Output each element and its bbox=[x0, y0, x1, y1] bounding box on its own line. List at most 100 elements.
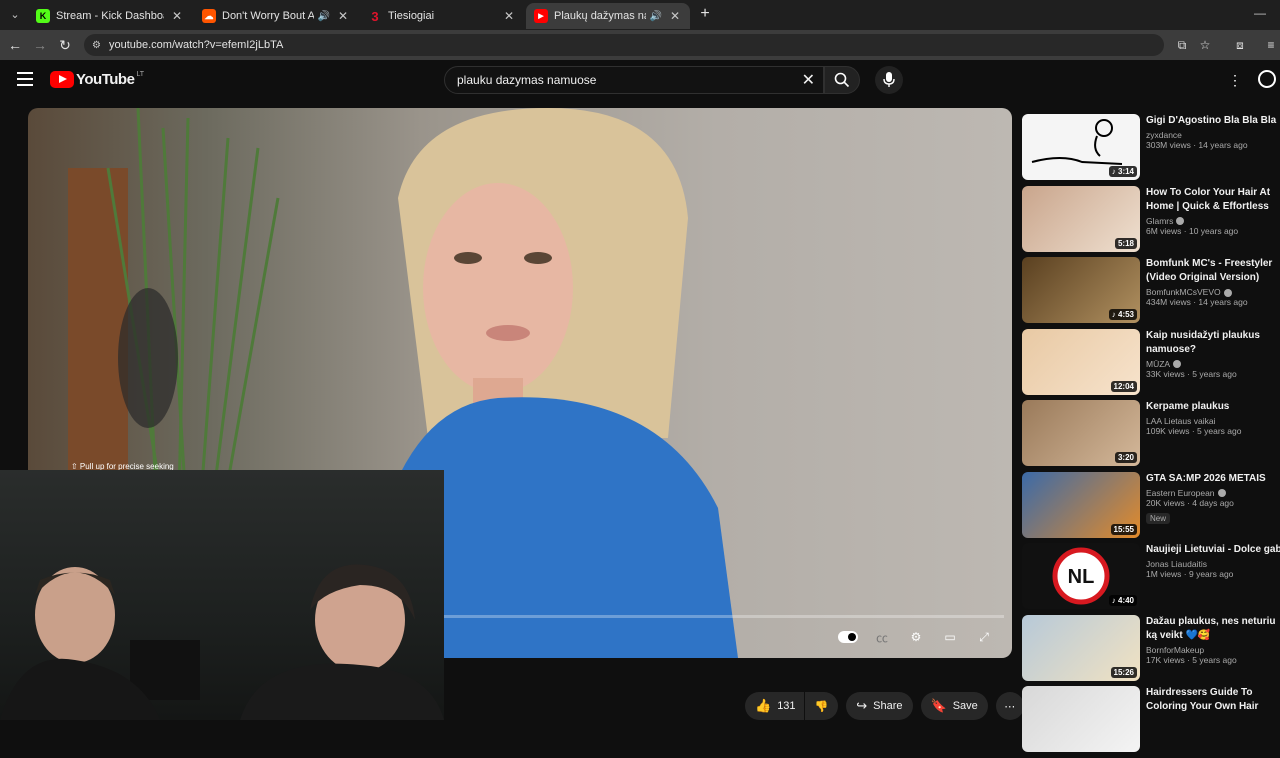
tab-youtube[interactable]: ▶ Plaukų dažymas namuose! 🔊 ✕ bbox=[526, 3, 690, 29]
video-stats: 6M views · 10 years ago bbox=[1146, 225, 1239, 236]
video-thumbnail[interactable]: 15:26 bbox=[1022, 614, 1140, 681]
theater-mode-icon[interactable]: ▭ bbox=[940, 628, 960, 646]
recommendation-item[interactable]: ♪ 3:14 Gigi D'Agostino Bla Bla Bla zyxdan… bbox=[1022, 114, 1280, 186]
site-info-icon[interactable]: ⚙ bbox=[92, 40, 101, 51]
recommendation-item[interactable]: 15:26 Dažau plaukus, nes neturiu ką veik… bbox=[1022, 614, 1280, 687]
more-options-icon[interactable]: ⋮ bbox=[1228, 72, 1242, 89]
forward-icon[interactable]: → bbox=[31, 36, 49, 54]
settings-gear-icon[interactable]: ⚙ bbox=[906, 628, 926, 646]
more-dots-icon: ⋯ bbox=[1004, 700, 1016, 713]
subtitles-icon[interactable]: ㏄ bbox=[872, 628, 892, 646]
tab-soundcloud[interactable]: ☁ Don't Worry Bout A Thing, ( 🔊 ✕ bbox=[194, 3, 358, 29]
video-title[interactable]: Dažau plaukus, nes neturiu ką veikt 💙🥰 bbox=[1146, 615, 1280, 643]
video-thumbnail[interactable]: 5:18 bbox=[1022, 185, 1140, 252]
like-button[interactable]: 👍 131 bbox=[745, 692, 804, 720]
video-title[interactable]: Kaip nusidažyti plaukus namuose? bbox=[1146, 329, 1280, 357]
video-title[interactable]: Kerpame plaukus bbox=[1146, 400, 1280, 414]
search-button[interactable] bbox=[824, 66, 860, 94]
video-thumbnail[interactable]: ♪ 3:14 bbox=[1022, 114, 1140, 180]
new-tab-button[interactable]: + bbox=[696, 5, 714, 23]
channel-name[interactable]: LAA Lietaus vaikai bbox=[1146, 416, 1280, 426]
dislike-button[interactable]: 👎 bbox=[804, 692, 839, 720]
video-stats: 109K views · 5 years ago bbox=[1146, 426, 1242, 436]
recommendation-item[interactable]: ♪ 4:53 Bomfunk MC's - Freestyler (Video … bbox=[1022, 257, 1280, 329]
tab-tiesiogiai[interactable]: 3 Tiesiogiai ✕ bbox=[360, 3, 524, 29]
svg-text:NL: NL bbox=[1068, 566, 1095, 588]
video-title[interactable]: Naujieji Lietuviai - Dolce gabana bbox=[1146, 543, 1280, 557]
hamburger-menu-icon[interactable] bbox=[17, 72, 33, 86]
minimize-icon[interactable]: — bbox=[1254, 6, 1266, 20]
channel-name[interactable]: MŪZA bbox=[1146, 359, 1280, 369]
new-badge: New bbox=[1146, 512, 1171, 524]
video-title[interactable]: Hairdressers Guide To Coloring Your Own … bbox=[1146, 686, 1280, 714]
recommendation-item[interactable]: Hairdressers Guide To Coloring Your Own … bbox=[1022, 686, 1280, 758]
channel-name[interactable]: BomfunkMCsVEVO bbox=[1146, 287, 1280, 297]
menu-icon[interactable]: ≡ bbox=[1262, 36, 1280, 54]
channel-name[interactable]: BornforMakeup bbox=[1146, 645, 1280, 655]
video-thumbnail[interactable]: ♪ 4:53 bbox=[1022, 257, 1140, 323]
recommendation-item[interactable]: 12:04 Kaip nusidažyti plaukus namuose? MŪ… bbox=[1022, 328, 1280, 401]
save-button[interactable]: 🔖 Save bbox=[920, 692, 988, 720]
player-controls: ㏄ ⚙ ▭ ⤢ bbox=[838, 628, 994, 646]
url-input[interactable]: ⚙ youtube.com/watch?v=efemI2jLbTA bbox=[84, 34, 1164, 56]
verified-icon bbox=[1217, 489, 1226, 498]
cast-icon[interactable]: ⧉ bbox=[1173, 36, 1191, 54]
tab-kick[interactable]: K Stream - Kick Dashboard ✕ bbox=[28, 3, 192, 29]
video-title[interactable]: How To Color Your Hair At Home | Quick &… bbox=[1146, 186, 1280, 214]
video-title[interactable]: GTA SA:MP 2026 METAIS bbox=[1146, 472, 1280, 486]
autoplay-toggle[interactable] bbox=[838, 628, 858, 646]
share-button[interactable]: ↪ Share bbox=[846, 692, 913, 720]
search-input[interactable]: plauku dazymas namuose ✕ bbox=[444, 66, 824, 94]
close-tab-icon[interactable]: ✕ bbox=[502, 9, 516, 23]
video-stats: 33K views · 5 years ago bbox=[1146, 368, 1237, 379]
tab-title: Tiesiogiai bbox=[388, 10, 435, 22]
share-label: Share bbox=[873, 700, 903, 712]
video-thumbnail[interactable] bbox=[1022, 686, 1140, 752]
back-icon[interactable]: ← bbox=[6, 36, 24, 54]
close-tab-icon[interactable]: ✕ bbox=[170, 9, 184, 23]
bookmark-star-icon[interactable]: ☆ bbox=[1196, 36, 1214, 54]
channel-name-text: BomfunkMCsVEVO bbox=[1146, 287, 1221, 297]
extensions-icon[interactable]: ⧈ bbox=[1231, 36, 1249, 54]
tab-search-icon[interactable]: ⌄ bbox=[6, 5, 24, 23]
video-thumbnail[interactable]: 3:20 bbox=[1022, 400, 1140, 466]
clear-search-icon[interactable]: ✕ bbox=[802, 70, 815, 90]
recommendation-item[interactable]: NL ♪ 4:40 Naujieji Lietuviai - Dolce gab… bbox=[1022, 543, 1280, 615]
recommendation-item[interactable]: 5:18 How To Color Your Hair At Home | Qu… bbox=[1022, 185, 1280, 258]
video-thumbnail[interactable]: 15:55 bbox=[1022, 471, 1140, 538]
close-tab-icon[interactable]: ✕ bbox=[336, 9, 350, 23]
youtube-logo[interactable]: YouTube LT bbox=[50, 71, 144, 88]
duration-badge: ♪ 3:14 bbox=[1108, 166, 1137, 177]
channel-name[interactable]: Glamrs bbox=[1146, 216, 1280, 226]
recommendation-item[interactable]: 3:20 Kerpame plaukus LAA Lietaus vaikai 10… bbox=[1022, 400, 1280, 472]
video-stats: 20K views · 4 days ago bbox=[1146, 497, 1234, 508]
progress-bar[interactable] bbox=[444, 615, 1004, 618]
recommendation-item[interactable]: 15:55 GTA SA:MP 2026 METAIS Eastern Europ… bbox=[1022, 471, 1280, 544]
video-stats: 303M views · 14 years ago bbox=[1146, 140, 1248, 150]
url-text: youtube.com/watch?v=efemI2jLbTA bbox=[108, 39, 284, 51]
fullscreen-icon[interactable]: ⤢ bbox=[974, 628, 994, 646]
voice-search-button[interactable] bbox=[875, 66, 903, 94]
speaker-icon[interactable]: 🔊 bbox=[650, 11, 662, 22]
video-title[interactable]: Gigi D'Agostino Bla Bla Bla bbox=[1146, 114, 1280, 128]
duration-badge: 5:18 bbox=[1114, 237, 1137, 249]
speaker-icon[interactable]: 🔊 bbox=[318, 11, 330, 22]
account-icon[interactable] bbox=[1258, 70, 1276, 88]
tab-title: Stream - Kick Dashboard bbox=[56, 10, 164, 22]
duration-badge: ♪ 4:53 bbox=[1108, 309, 1137, 320]
channel-name[interactable]: zyxdance bbox=[1146, 130, 1280, 140]
search-icon bbox=[834, 72, 850, 88]
search-query: plauku dazymas namuose bbox=[457, 73, 597, 87]
like-count: 131 bbox=[777, 700, 796, 712]
channel-name[interactable]: Jonas Liaudaitis bbox=[1146, 559, 1280, 569]
video-thumbnail[interactable]: NL ♪ 4:40 bbox=[1022, 543, 1140, 609]
video-thumbnail[interactable]: 12:04 bbox=[1022, 328, 1140, 395]
more-actions-button[interactable]: ⋯ bbox=[995, 692, 1024, 720]
reload-icon[interactable]: ↻ bbox=[56, 36, 74, 54]
video-stats: 434M views · 14 years ago bbox=[1146, 297, 1248, 307]
close-tab-icon[interactable]: ✕ bbox=[668, 9, 682, 23]
video-title[interactable]: Bomfunk MC's - Freestyler (Video Origina… bbox=[1146, 257, 1280, 285]
webcam-overlay bbox=[0, 470, 444, 720]
share-arrow-icon: ↪ bbox=[856, 698, 868, 713]
channel-name[interactable]: Eastern European bbox=[1146, 488, 1280, 498]
